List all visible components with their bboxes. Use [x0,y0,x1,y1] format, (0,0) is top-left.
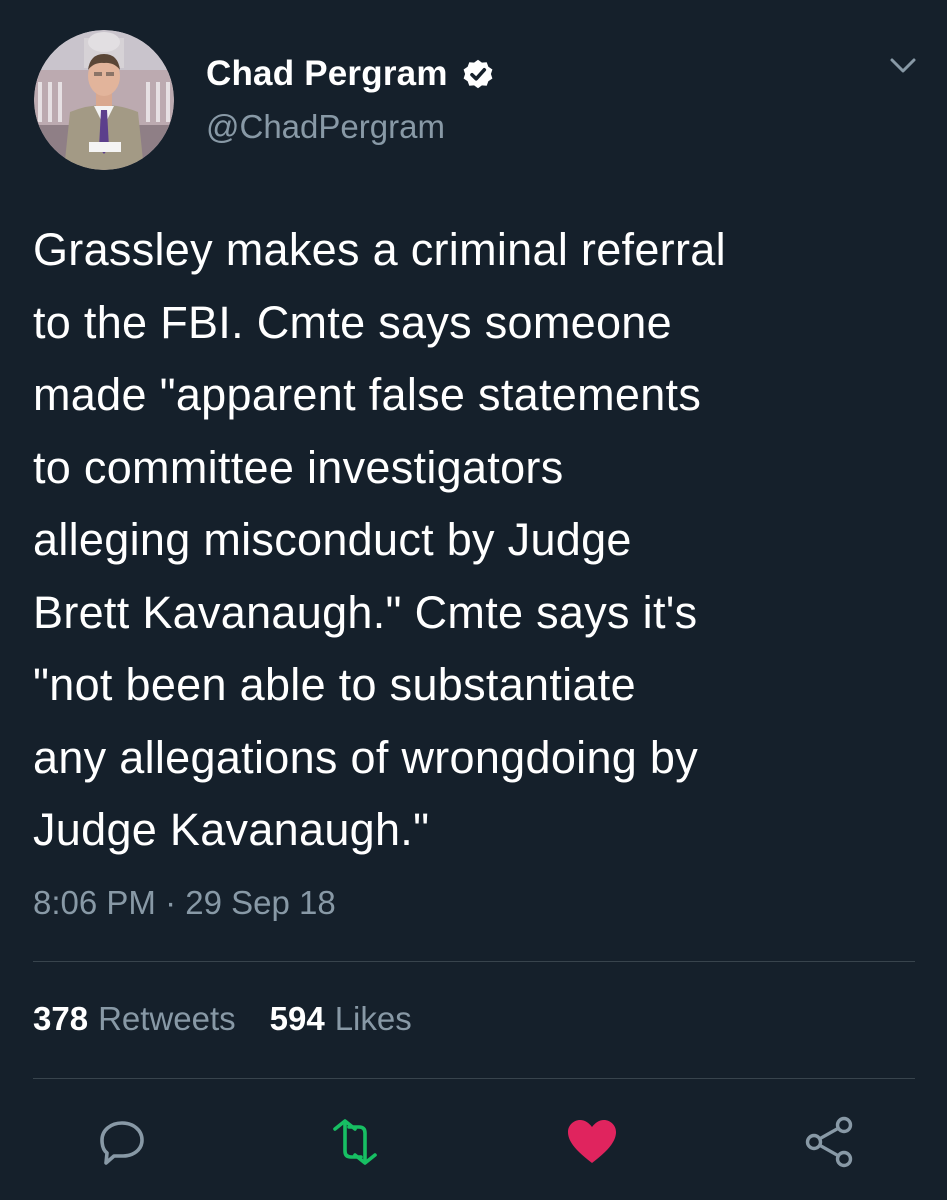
verified-badge-icon [460,56,496,92]
avatar[interactable] [34,30,174,170]
retweets-count: 378 [33,1000,89,1037]
share-icon [805,1116,853,1168]
reply-button[interactable] [94,1114,150,1170]
like-button[interactable] [564,1114,620,1170]
retweet-icon [333,1119,377,1165]
likes-count: 594 [269,1000,325,1037]
tweet-card: Chad Pergram @ChadPergram Grassley makes… [0,0,947,1200]
reply-icon [100,1121,144,1165]
retweet-button[interactable] [327,1114,383,1170]
heart-icon [568,1120,616,1163]
display-name: Chad Pergram [206,54,448,93]
likes-label: Likes [334,1000,412,1037]
timestamp-separator: · [155,884,186,921]
avatar-image [34,30,174,170]
author-handle[interactable]: @ChadPergram [206,108,445,146]
divider [33,1078,915,1079]
tweet-stats: 378 Retweets 594 Likes [33,1000,412,1038]
retweets-label: Retweets [98,1000,236,1037]
author-name-row[interactable]: Chad Pergram [206,54,496,94]
divider [33,961,915,962]
tweet-time: 8:06 PM [33,884,156,921]
chevron-down-icon[interactable] [882,50,924,82]
tweet-timestamp[interactable]: 8:06 PM · 29 Sep 18 [33,884,336,922]
likes-stat[interactable]: 594 Likes [270,1000,412,1038]
retweets-stat[interactable]: 378 Retweets [33,1000,236,1038]
share-button[interactable] [801,1114,857,1170]
tweet-date: 29 Sep 18 [185,884,336,921]
tweet-text: Grassley makes a criminal referral to th… [33,224,726,855]
